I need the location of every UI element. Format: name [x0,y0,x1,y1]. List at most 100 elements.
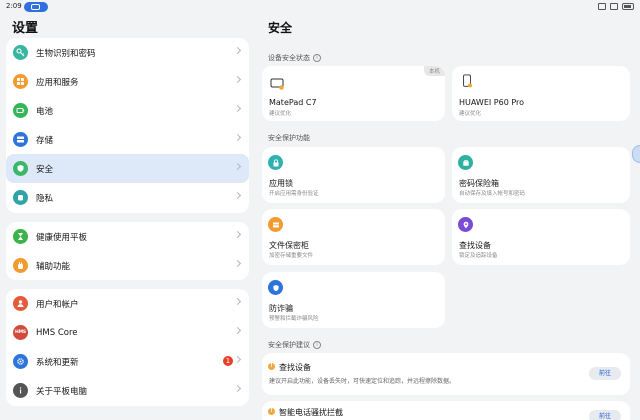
sidebar-item[interactable]: 生物识别和密码 [6,38,249,67]
sidebar-item[interactable]: 安全 [6,154,249,183]
chevron-right-icon [233,75,242,84]
feature-sub: 开启应用需身份验证 [269,191,319,197]
sidebar-item-label: 电池 [36,106,54,117]
feature-password-vault[interactable]: 密码保险箱 自动保存及填入帐号和密码 [452,147,630,203]
tablet-icon [270,78,284,90]
hourglass-icon [13,229,28,244]
feature-file-safe[interactable]: 文件保密柜 加密存储重要文件 [262,209,445,265]
device-card-matepad[interactable]: 本机 MatePad C7 建议优化 [262,66,445,121]
gear-icon [13,354,28,369]
sidebar-item[interactable]: 用户和帐户 [6,289,249,318]
settings-group-3: 用户和帐户 HMS HMS Core 系统和更新 1 关于平板电脑 [6,289,249,406]
chevron-right-icon [233,384,242,393]
device-card-p60[interactable]: HUAWEI P60 Pro 建议优化 [452,66,630,121]
sidebar-item[interactable]: 关于平板电脑 [6,376,249,405]
feature-title: 密码保险箱 [459,179,499,188]
suggest-section-label: 安全保护建议 [268,341,310,349]
feature-sub: 预警和拦截诈骗风险 [269,316,319,322]
sidebar-item-label: 隐私 [36,193,54,204]
sidebar-item[interactable]: 隐私 [6,183,249,212]
warning-icon: ! [268,363,275,370]
suggestion-title: 查找设备 [279,363,311,372]
key-icon [13,45,28,60]
phone-icon [463,74,473,88]
sidebar-item[interactable]: 辅助功能 [6,251,249,280]
warning-icon: ! [268,408,275,415]
feature-title: 应用锁 [269,179,293,188]
sidebar-item-label: HMS Core [36,327,78,338]
screen-cast-icon[interactable] [24,2,48,12]
chevron-right-icon [233,326,242,335]
apps-grid-icon [13,74,28,89]
sidebar-item[interactable]: 应用和服务 [6,67,249,96]
current-device-tag: 本机 [423,66,445,76]
go-button[interactable]: 前往 [589,367,621,380]
chevron-right-icon [233,191,242,200]
update-badge: 1 [223,356,233,366]
device-section-header: 设备安全状态 i [268,53,321,63]
info-icon[interactable]: i [313,54,321,62]
user-icon [13,296,28,311]
lock-icon [268,155,283,170]
go-button[interactable]: 前往 [589,410,621,420]
sidebar-item-label: 用户和帐户 [36,299,79,310]
sidebar-item-label: 生物识别和密码 [36,48,96,59]
feature-app-lock[interactable]: 应用锁 开启应用需身份验证 [262,147,445,203]
sidebar-item[interactable]: HMS HMS Core [6,318,249,347]
feature-sub: 加密存储重要文件 [269,253,314,259]
sidebar-item[interactable]: 存储 [6,125,249,154]
device-status: 建议优化 [459,111,482,117]
sidebar-item-label: 辅助功能 [36,261,71,272]
chevron-right-icon [233,104,242,113]
device-name: HUAWEI P60 Pro [459,98,525,107]
sidebar-item[interactable]: 电池 [6,96,249,125]
sidebar-item-label: 系统和更新 [36,357,79,368]
chevron-right-icon [233,133,242,142]
feature-title: 防诈骗 [269,304,293,313]
suggestion-find-device: ! 查找设备 建议开启此功能，设备丢失时，可快速定位和追踪，并远程擦除数据。 前… [262,353,630,395]
side-panel-handle[interactable] [632,145,640,163]
storage-icon [13,132,28,147]
chevron-right-icon [233,162,242,171]
suggest-section-header: 安全保护建议 i [268,340,321,350]
page-title: 安全 [268,21,293,35]
battery-status-icon [622,3,634,10]
folder-icon [268,217,283,232]
wifi-icon [610,3,618,10]
feature-sub: 锁定及追踪设备 [459,253,498,259]
status-bar: 2:09 [0,0,640,14]
settings-group-2: 健康使用平板 辅助功能 [6,222,249,280]
sidebar-item-label: 关于平板电脑 [36,386,88,397]
feature-find-device[interactable]: 查找设备 锁定及追踪设备 [452,209,630,265]
chevron-right-icon [233,297,242,306]
privacy-hand-icon [13,190,28,205]
status-time: 2:09 [6,2,22,10]
sidebar-item-label: 应用和服务 [36,77,79,88]
device-section-label: 设备安全状态 [268,54,310,62]
suggestion-title: 智能电话骚扰拦截 [279,408,343,417]
device-status: 建议优化 [269,111,292,117]
battery-icon [13,103,28,118]
feature-anti-fraud[interactable]: 防诈骗 预警和拦截诈骗风险 [262,272,445,328]
status-icons [598,3,634,10]
sidebar-item-label: 安全 [36,164,54,175]
sidebar-item[interactable]: 健康使用平板 [6,222,249,251]
hand-icon [13,258,28,273]
safe-icon [458,155,473,170]
suggestion-sub: 建议开启此功能，设备丢失时，可快速定位和追踪，并远程擦除数据。 [269,378,456,385]
settings-title: 设置 [12,21,39,36]
location-icon [458,217,473,232]
feature-title: 文件保密柜 [269,241,309,250]
device-name: MatePad C7 [269,98,317,107]
settings-group-1: 生物识别和密码 应用和服务电池存储安全隐私 [6,38,249,213]
chevron-right-icon [233,230,242,239]
info-icon [13,383,28,398]
sidebar-item-label: 存储 [36,135,54,146]
sidebar-item[interactable]: 系统和更新 1 [6,347,249,376]
chevron-right-icon [233,259,242,268]
feature-title: 查找设备 [459,241,491,250]
sidebar-item-label: 健康使用平板 [36,232,88,243]
hms-icon: HMS [13,325,28,340]
suggestion-call-block: ! 智能电话骚扰拦截 前往 [262,401,630,420]
info-icon[interactable]: i [313,341,321,349]
